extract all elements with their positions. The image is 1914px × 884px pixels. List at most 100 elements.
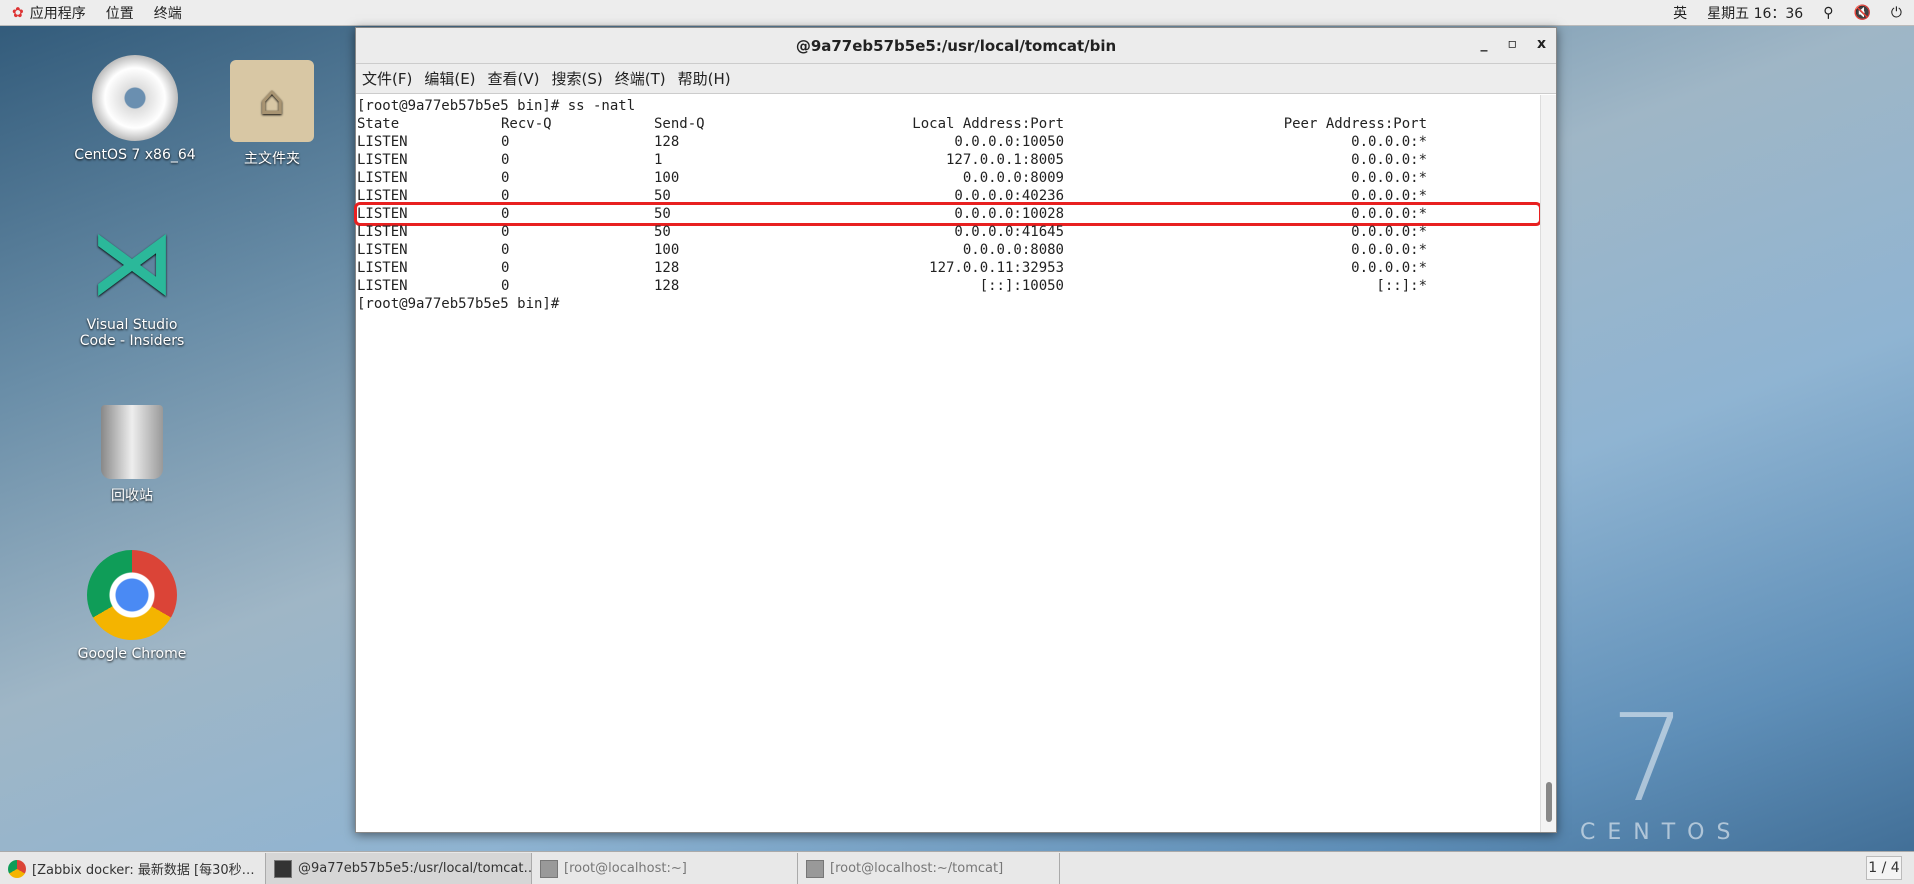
socket-row: LISTEN 0 100 0.0.0.0:8009 0.0.0.0:* <box>357 169 1539 187</box>
local-address-cell: 0.0.0.0:41645 <box>954 224 1064 240</box>
task-label: [Zabbix docker: 最新数据 [每30秒… <box>32 863 255 878</box>
terminal-icon <box>540 859 558 878</box>
chrome-icon <box>87 550 177 640</box>
state-cell: LISTEN <box>357 278 408 294</box>
minimize-button[interactable]: _ <box>1480 36 1487 52</box>
peer-address-cell: 0.0.0.0:* <box>1351 188 1427 204</box>
apps-icon: ✿ <box>12 4 24 21</box>
state-cell: LISTEN <box>357 188 408 204</box>
socket-row: LISTEN 0 100 0.0.0.0:8080 0.0.0.0:* <box>357 241 1539 259</box>
state-cell: LISTEN <box>357 206 408 222</box>
top-panel: ✿ 应用程序 位置 终端 英 星期五 16：36 ⚲ 🔇 ⏻ <box>0 0 1914 26</box>
peer-address-cell: 0.0.0.0:* <box>1351 224 1427 240</box>
recv-q-cell: 0 <box>501 206 510 222</box>
places-menu[interactable]: 位置 <box>106 3 134 23</box>
menu-help[interactable]: 帮助(H) <box>678 68 731 89</box>
peer-address-cell: 0.0.0.0:* <box>1351 242 1427 258</box>
clock[interactable]: 星期五 16：36 <box>1707 3 1803 23</box>
peer-address-cell: 0.0.0.0:* <box>1351 134 1427 150</box>
state-cell: LISTEN <box>357 152 408 168</box>
recv-q-cell: 0 <box>501 188 510 204</box>
menu-edit[interactable]: 编辑(E) <box>424 68 475 89</box>
input-method[interactable]: 英 <box>1673 3 1687 23</box>
desktop-icon-label: 主文件夹 <box>244 151 300 167</box>
socket-row: LISTEN 0 50 0.0.0.0:40236 0.0.0.0:* <box>357 187 1539 205</box>
header-state: State <box>357 116 400 132</box>
desktop-icon-trash[interactable]: 回收站 <box>67 405 197 505</box>
menu-terminal[interactable]: 终端(T) <box>615 68 666 89</box>
local-address-cell: 127.0.0.1:8005 <box>945 152 1064 168</box>
recv-q-cell: 0 <box>501 242 510 258</box>
maximize-button[interactable]: ▫ <box>1507 36 1517 52</box>
socket-row: LISTEN 0 128 0.0.0.0:10050 0.0.0.0:* <box>357 133 1539 151</box>
volume-muted-icon[interactable]: 🔇 <box>1853 5 1870 21</box>
local-address-cell: 127.0.0.11:32953 <box>929 260 1064 276</box>
peer-address-cell: 0.0.0.0:* <box>1351 152 1427 168</box>
menu-file[interactable]: 文件(F) <box>362 68 412 89</box>
send-q-cell: 50 <box>654 206 671 222</box>
send-q-cell: 100 <box>654 170 680 186</box>
local-address-cell: 0.0.0.0:8080 <box>962 242 1064 258</box>
peer-address-cell: [::]:* <box>1376 278 1427 294</box>
send-q-cell: 128 <box>654 278 680 294</box>
socket-row: LISTEN 0 128 [::]:10050 [::]:* <box>357 277 1539 295</box>
send-q-cell: 128 <box>654 260 680 276</box>
menu-view[interactable]: 查看(V) <box>488 68 540 89</box>
scrollbar[interactable] <box>1540 95 1556 832</box>
state-cell: LISTEN <box>357 134 408 150</box>
prompt: [root@9a77eb57b5e5 bin]# <box>357 296 560 312</box>
scrollbar-thumb[interactable] <box>1546 782 1552 822</box>
menu-bar: 文件(F) 编辑(E) 查看(V) 搜索(S) 终端(T) 帮助(H) <box>356 64 1556 94</box>
recv-q-cell: 0 <box>501 224 510 240</box>
desktop-icon-label: 回收站 <box>111 488 153 504</box>
desktop-icon-vscode[interactable]: ⋊ Visual Studio Code - Insiders <box>67 215 197 349</box>
command-line: [root@9a77eb57b5e5 bin]# ss -natl <box>357 98 636 114</box>
network-icon[interactable]: ⚲ <box>1823 5 1833 21</box>
highlighted-socket-row: LISTEN 0 50 0.0.0.0:10028 0.0.0.0:* <box>354 202 1542 226</box>
peer-address-cell: 0.0.0.0:* <box>1351 260 1427 276</box>
menu-search[interactable]: 搜索(S) <box>552 68 603 89</box>
header-local-address: Local Address:Port <box>912 116 1064 132</box>
terminal-menu[interactable]: 终端 <box>154 3 182 23</box>
socket-row: LISTEN 0 50 0.0.0.0:41645 0.0.0.0:* <box>357 223 1539 241</box>
state-cell: LISTEN <box>357 170 408 186</box>
power-icon[interactable]: ⏻ <box>1891 5 1902 21</box>
send-q-cell: 128 <box>654 134 680 150</box>
disc-icon <box>92 55 178 141</box>
task-terminal-localhost[interactable]: [root@localhost:~] <box>532 853 798 884</box>
send-q-cell: 50 <box>654 224 671 240</box>
recv-q-cell: 0 <box>501 152 510 168</box>
applications-menu[interactable]: ✿ 应用程序 <box>12 3 86 23</box>
peer-address-cell: 0.0.0.0:* <box>1351 170 1427 186</box>
send-q-cell: 50 <box>654 188 671 204</box>
folder-home-icon: ⌂ <box>230 60 314 142</box>
terminal-output[interactable]: [root@9a77eb57b5e5 bin]# ss -natl State … <box>354 95 1542 832</box>
table-header: State Recv-Q Send-Q Local Address:Port P… <box>357 115 1539 133</box>
task-chrome-zabbix[interactable]: [Zabbix docker: 最新数据 [每30秒… <box>0 853 266 884</box>
desktop-icon-label: CentOS 7 x86_64 <box>74 147 196 163</box>
peer-address-cell: 0.0.0.0:* <box>1351 206 1427 222</box>
recv-q-cell: 0 <box>501 170 510 186</box>
header-send-q: Send-Q <box>654 116 705 132</box>
close-button[interactable]: x <box>1537 36 1546 52</box>
taskbar: [Zabbix docker: 最新数据 [每30秒… @9a77eb57b5e… <box>0 851 1914 884</box>
window-titlebar[interactable]: @9a77eb57b5e5:/usr/local/tomcat/bin _ ▫ … <box>356 28 1556 64</box>
task-terminal-localhost-tomcat[interactable]: [root@localhost:~/tomcat] <box>798 853 1060 884</box>
window-title: @9a77eb57b5e5:/usr/local/tomcat/bin <box>795 36 1117 55</box>
state-cell: LISTEN <box>357 242 408 258</box>
recv-q-cell: 0 <box>501 278 510 294</box>
desktop-icon-centos-dvd[interactable]: CentOS 7 x86_64 <box>70 55 200 163</box>
vscode-icon: ⋊ <box>89 213 175 313</box>
applications-label: 应用程序 <box>29 5 86 22</box>
desktop-icon-home[interactable]: ⌂ 主文件夹 <box>207 60 337 168</box>
state-cell: LISTEN <box>357 260 408 276</box>
task-terminal-tomcat[interactable]: @9a77eb57b5e5:/usr/local/tomcat… <box>266 853 532 884</box>
send-q-cell: 100 <box>654 242 680 258</box>
desktop-icon-chrome[interactable]: Google Chrome <box>67 550 197 662</box>
local-address-cell: 0.0.0.0:40236 <box>954 188 1064 204</box>
centos-logo-text: CENTOS <box>1580 820 1743 845</box>
workspace-pager[interactable]: 1 / 4 <box>1866 856 1902 880</box>
local-address-cell: 0.0.0.0:8009 <box>962 170 1064 186</box>
cursor <box>559 295 567 313</box>
local-address-cell: [::]:10050 <box>979 278 1064 294</box>
